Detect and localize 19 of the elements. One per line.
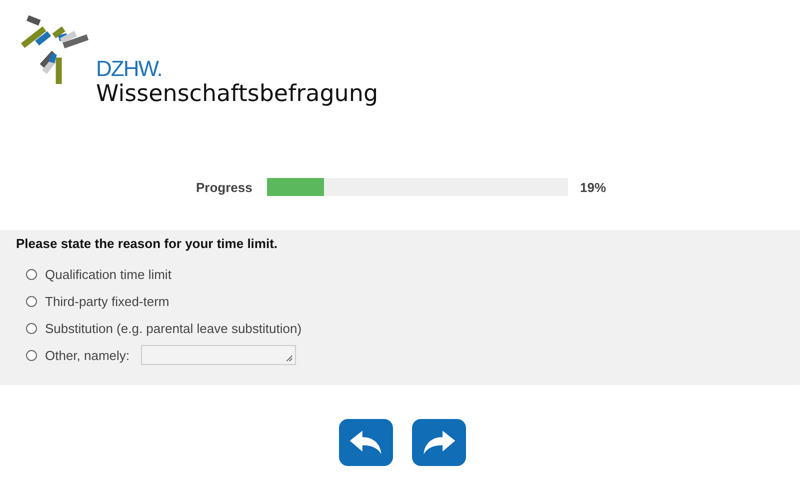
option-label[interactable]: Substitution (e.g. parental leave substitution) — [45, 320, 302, 336]
forward-arrow-icon — [421, 429, 457, 456]
back-button[interactable] — [339, 419, 393, 466]
question-text: Please state the reason for your time limit. — [16, 236, 279, 251]
text-field[interactable] — [140, 345, 296, 365]
radio-button[interactable] — [26, 296, 37, 306]
logo-name: Wissenschaftsbefragung — [96, 80, 378, 108]
radio-button[interactable] — [26, 268, 37, 280]
back-arrow-icon — [348, 429, 384, 456]
progress-label: Progress — [196, 180, 254, 194]
resize-handle-icon — [284, 353, 293, 362]
progress-reading: 19% — [580, 180, 606, 194]
radio-button[interactable] — [26, 350, 37, 360]
logo-acronym: DZHW. — [96, 58, 163, 80]
next-button[interactable] — [412, 419, 466, 466]
option-label[interactable]: Third-party fixed-term — [45, 294, 170, 308]
radio-button[interactable] — [26, 322, 37, 334]
option-label[interactable]: Qualification time limit — [45, 266, 172, 282]
option-label[interactable]: Other, namely: — [45, 348, 130, 362]
